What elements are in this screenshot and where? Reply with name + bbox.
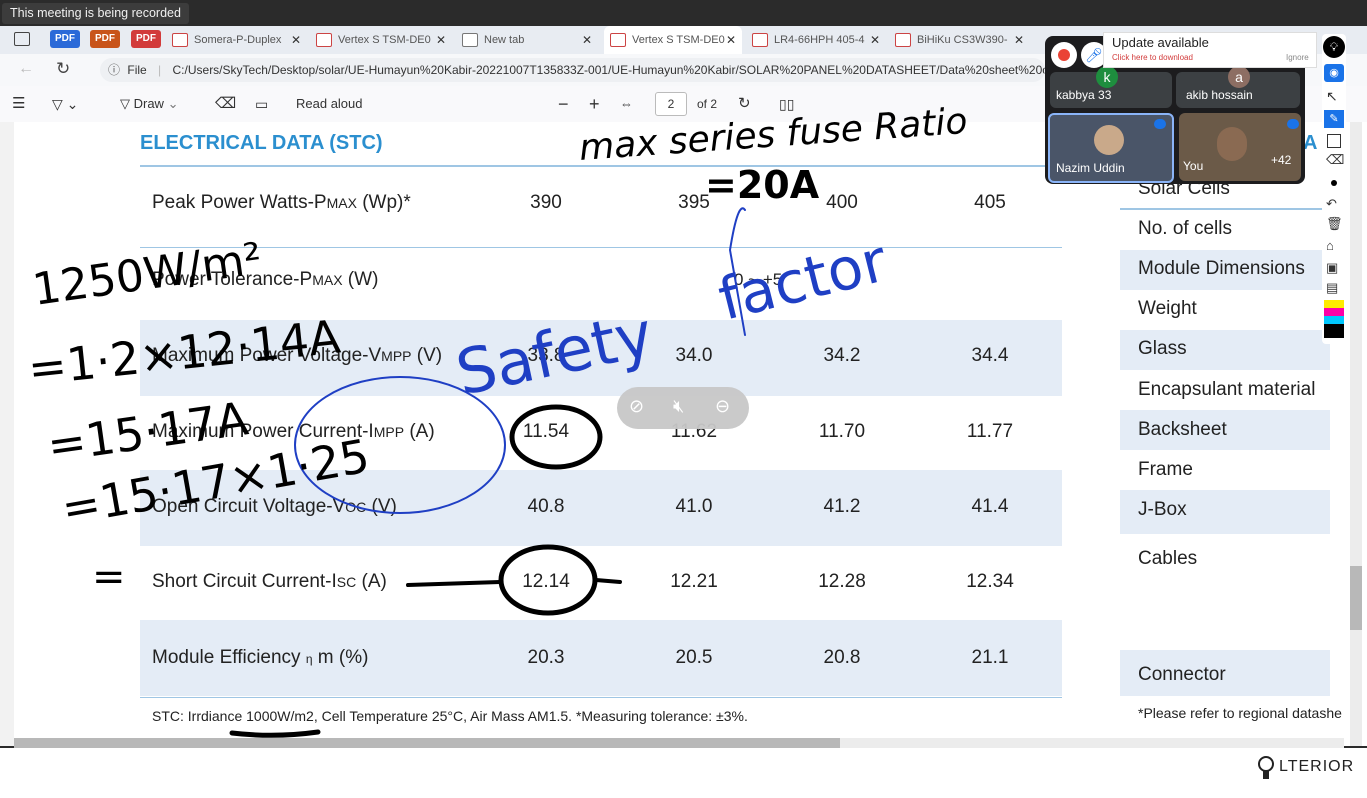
yellow-swatch	[1324, 300, 1344, 308]
avatar: a	[1228, 66, 1250, 88]
avatar: k	[1096, 66, 1118, 88]
underline-stroke	[229, 729, 321, 738]
participant-name: You	[1183, 159, 1204, 173]
record-icon	[1058, 49, 1070, 61]
black-swatch	[1324, 324, 1344, 338]
participant-name: kabbya 33	[1056, 88, 1112, 102]
board-icon[interactable]: ⌂	[1326, 238, 1334, 253]
cyan-swatch	[1324, 316, 1344, 324]
record-button[interactable]	[1051, 42, 1077, 68]
self-video	[1217, 127, 1247, 161]
color-palette[interactable]	[1324, 300, 1344, 340]
shape-icon[interactable]	[1327, 134, 1341, 148]
black-ink-stroke	[406, 578, 622, 587]
hw-line2: =1·2×12·14A	[26, 309, 344, 396]
update-notification[interactable]: Update available Click here to download …	[1103, 32, 1317, 68]
cursor-icon[interactable]: ↖	[1326, 88, 1338, 105]
hw-20a: =20A	[705, 163, 820, 207]
hw-factor: factor	[712, 226, 893, 333]
hw-max-series-fuse: max series fuse Ratio	[578, 101, 969, 169]
dot-size-icon[interactable]	[1331, 180, 1337, 186]
participant-tile[interactable]: k kabbya 33	[1050, 66, 1172, 108]
participant-name: Nazim Uddin	[1056, 161, 1125, 175]
undo-icon[interactable]: ↶	[1326, 196, 1337, 212]
participant-tile[interactable]: a akib hossain	[1176, 66, 1300, 108]
annotation-toolbar: 💡︎ ◉ ↖ ✎ ⌫ ↶ 🗑︎ ⌂ ▣ ▤	[1322, 34, 1346, 344]
trash-icon[interactable]: 🗑︎	[1326, 216, 1343, 232]
black-ink-circle	[498, 544, 598, 616]
eraser-icon[interactable]: ⌫	[1326, 152, 1344, 168]
mute-icon[interactable]: 🔇︎	[673, 396, 684, 417]
remove-icon[interactable]: ⊖	[715, 396, 730, 417]
eye-icon[interactable]: ◉	[1324, 64, 1344, 82]
more-participants-count[interactable]: +42	[1271, 153, 1291, 167]
bulb-icon[interactable]: 💡︎	[1323, 36, 1345, 58]
avatar-photo	[1094, 125, 1124, 155]
participant-tile-speaking[interactable]: Nazim Uddin	[1048, 113, 1174, 183]
pen-icon[interactable]: ✎	[1324, 110, 1344, 128]
pin-off-icon[interactable]: ⊘	[629, 396, 644, 417]
presenter-controls-pill: ⊘ 🔇︎ ⊖	[617, 387, 749, 429]
hw-line5: =	[92, 554, 126, 600]
magenta-swatch	[1324, 308, 1344, 316]
participant-tile-self[interactable]: You +42	[1179, 113, 1301, 181]
update-link[interactable]: Click here to download	[1112, 53, 1193, 62]
update-title: Update available	[1112, 35, 1209, 50]
notes-icon[interactable]: ▤	[1326, 280, 1338, 296]
hw-irradiance: 1250W/m²	[29, 233, 265, 316]
camera-icon[interactable]: ▣	[1326, 260, 1338, 276]
participant-name: akib hossain	[1186, 88, 1253, 102]
ignore-link[interactable]: Ignore	[1286, 53, 1309, 62]
speaking-icon	[1287, 119, 1299, 129]
speaking-icon	[1154, 119, 1166, 129]
black-ink-circle	[509, 404, 603, 470]
